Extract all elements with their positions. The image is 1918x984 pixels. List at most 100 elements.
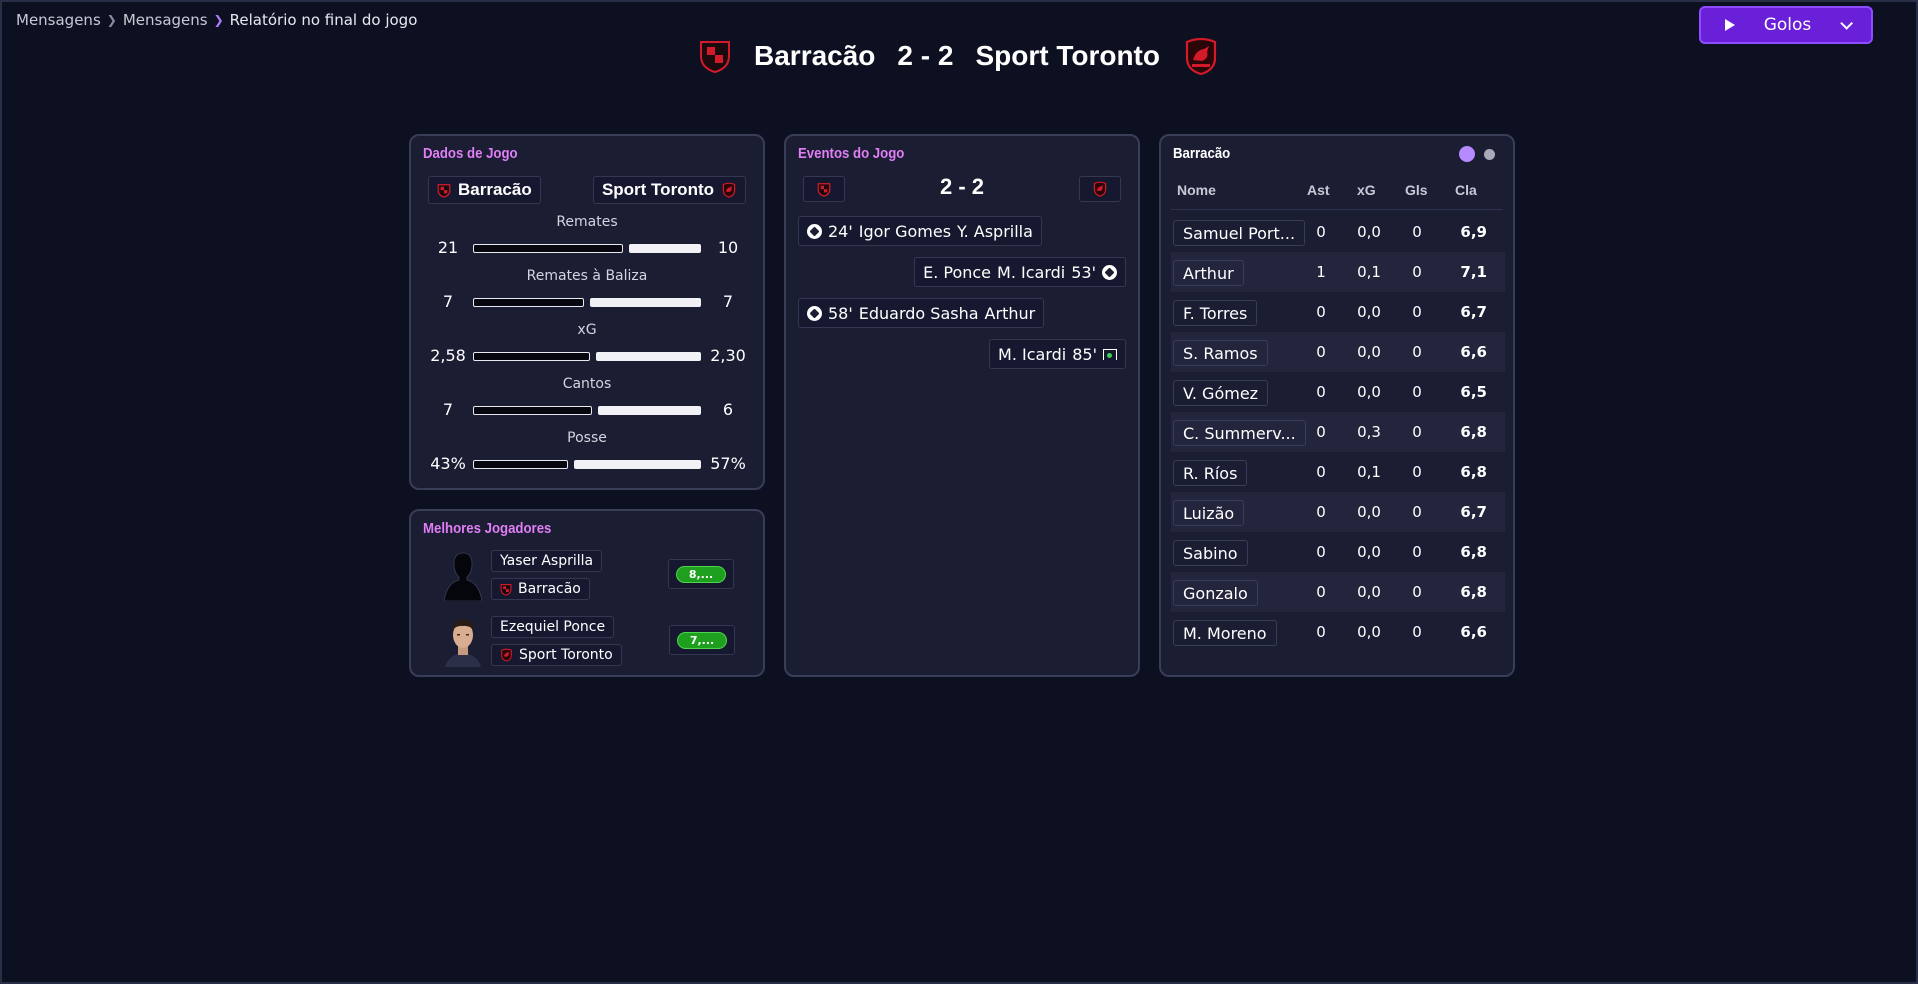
best-player-2-name[interactable]: Ezequiel Ponce [491, 616, 615, 638]
best-player-1-name-text: Yaser Asprilla [500, 553, 594, 569]
best-player-1-rating: 8,... [668, 559, 734, 589]
home-team-name: Barracão [754, 40, 876, 71]
event-goal-away-2[interactable]: M. Icardi 85' [989, 339, 1126, 369]
cell-gls: 0 [1412, 383, 1422, 401]
player-name[interactable]: M. Moreno [1173, 620, 1277, 646]
cell-cla: 6,6 [1460, 343, 1487, 361]
event-scorer: M. Icardi [998, 344, 1067, 364]
table-row[interactable]: S. Ramos 0 0,0 0 6,6 [1171, 332, 1505, 372]
match-scoreline: Barracão 2 - 2 Sport Toronto [2, 36, 1916, 76]
player-name[interactable]: V. Gómez [1173, 380, 1269, 406]
event-assist: E. Ponce [923, 262, 992, 282]
cell-gls: 0 [1412, 583, 1422, 601]
cell-xg: 0,0 [1357, 503, 1381, 521]
event-goal-home-2[interactable]: 58' Eduardo Sasha Arthur [798, 298, 1045, 328]
cell-xg: 0,1 [1357, 463, 1381, 481]
cell-gls: 0 [1412, 503, 1422, 521]
player-photo-avatar[interactable] [443, 615, 483, 667]
column-header-goals[interactable]: Gls [1405, 182, 1428, 198]
cell-gls: 0 [1412, 423, 1422, 441]
cell-gls: 0 [1412, 303, 1422, 321]
cell-cla: 6,8 [1460, 543, 1487, 561]
stat-home-bar [473, 460, 568, 469]
play-icon [1725, 19, 1735, 31]
cell-xg: 0,0 [1357, 223, 1381, 241]
table-row[interactable]: Sabino 0 0,0 0 6,8 [1171, 532, 1505, 572]
player-name[interactable]: F. Torres [1173, 300, 1258, 326]
cell-ast: 0 [1316, 423, 1326, 441]
goals-button-label: Golos [1763, 15, 1812, 35]
rating-badge: 8,... [676, 565, 726, 583]
cell-ast: 0 [1316, 543, 1326, 561]
cell-ast: 0 [1316, 623, 1326, 641]
rating-badge: 7,... [677, 631, 727, 649]
column-header-name[interactable]: Nome [1177, 182, 1216, 198]
team-toggle-away-dot[interactable] [1484, 149, 1495, 160]
column-header-rating[interactable]: Cla [1455, 182, 1477, 198]
event-minute: 53' [1071, 262, 1096, 282]
cell-ast: 0 [1316, 343, 1326, 361]
player-silhouette-avatar[interactable] [443, 549, 483, 601]
column-header-xg[interactable]: xG [1357, 182, 1376, 198]
events-away-crest[interactable] [1079, 176, 1121, 202]
breadcrumb-link-messages-2[interactable]: Mensagens [123, 11, 208, 29]
player-name[interactable]: Sabino [1173, 540, 1248, 566]
table-row[interactable]: Luizão 0 0,0 0 6,7 [1171, 492, 1505, 532]
best-player-2-name-text: Ezequiel Ponce [500, 619, 606, 635]
cell-xg: 0,3 [1357, 423, 1381, 441]
stats-away-team-tag: Sport Toronto [592, 176, 746, 204]
stat-row: 43% 57% [411, 454, 763, 474]
stat-row: 21 10 [411, 238, 763, 258]
player-name[interactable]: C. Summerv... [1173, 420, 1306, 446]
table-row[interactable]: Samuel Port... 0 0,0 0 6,9 [1171, 212, 1505, 252]
best-player-1-team[interactable]: Barracão [491, 578, 590, 600]
event-scorer: M. Icardi [997, 262, 1066, 282]
team-toggle-home-dot[interactable] [1459, 146, 1475, 162]
breadcrumb: Mensagens ❯ Mensagens ❯ Relatório no fin… [16, 11, 417, 29]
match-events-title: Eventos do Jogo [798, 145, 905, 162]
table-row[interactable]: F. Torres 0 0,0 0 6,7 [1171, 292, 1505, 332]
team-ratings-panel: Barracão Nome Ast xG Gls Cla Samuel Port… [1159, 134, 1515, 677]
table-row[interactable]: C. Summerv... 0 0,3 0 6,8 [1171, 412, 1505, 452]
table-row[interactable]: R. Ríos 0 0,1 0 6,8 [1171, 452, 1505, 492]
event-goal-away-1[interactable]: E. Ponce M. Icardi 53' [914, 257, 1126, 287]
cell-xg: 0,1 [1357, 263, 1381, 281]
table-row[interactable]: Arthur 1 0,1 0 7,1 [1171, 252, 1505, 292]
event-scorer: Eduardo Sasha [858, 303, 979, 323]
player-name[interactable]: Arthur [1173, 260, 1244, 286]
event-goal-home-1[interactable]: 24' Igor Gomes Y. Asprilla [798, 216, 1042, 246]
best-player-1-name[interactable]: Yaser Asprilla [491, 550, 603, 572]
cell-gls: 0 [1412, 223, 1422, 241]
column-header-assists[interactable]: Ast [1307, 182, 1330, 198]
cell-cla: 6,9 [1460, 223, 1487, 241]
cell-cla: 7,1 [1460, 263, 1487, 281]
event-scorer: Igor Gomes [858, 221, 952, 241]
stat-away-value: 10 [717, 238, 739, 257]
cell-cla: 6,8 [1460, 583, 1487, 601]
stats-home-team-tag: Barracão [428, 176, 541, 204]
player-name[interactable]: Gonzalo [1173, 580, 1258, 606]
stat-home-bar [473, 244, 623, 253]
player-name[interactable]: S. Ramos [1173, 340, 1268, 366]
table-row[interactable]: M. Moreno 0 0,0 0 6,6 [1171, 612, 1505, 652]
best-player-2-team[interactable]: Sport Toronto [491, 644, 622, 666]
cell-ast: 0 [1316, 463, 1326, 481]
breadcrumb-link-messages[interactable]: Mensagens [16, 11, 101, 29]
table-row[interactable]: Gonzalo 0 0,0 0 6,8 [1171, 572, 1505, 612]
chevron-down-icon[interactable] [1840, 16, 1853, 30]
cell-gls: 0 [1412, 543, 1422, 561]
player-name[interactable]: Luizão [1173, 500, 1245, 526]
event-minute: 58' [828, 303, 853, 323]
cell-ast: 0 [1316, 383, 1326, 401]
cell-cla: 6,7 [1460, 303, 1487, 321]
match-score: 2 - 2 [897, 40, 954, 71]
table-row[interactable]: V. Gómez 0 0,0 0 6,5 [1171, 372, 1505, 412]
cell-ast: 0 [1316, 503, 1326, 521]
sport-toronto-crest-icon [722, 182, 736, 198]
stat-away-value: 7 [722, 292, 734, 311]
best-players-panel: Melhores Jogadores Yaser Asprilla Barrac… [409, 509, 765, 677]
player-name[interactable]: R. Ríos [1173, 460, 1248, 486]
ball-icon [807, 305, 822, 321]
player-name[interactable]: Samuel Port... [1173, 220, 1306, 246]
sport-toronto-crest-icon [1182, 36, 1220, 76]
